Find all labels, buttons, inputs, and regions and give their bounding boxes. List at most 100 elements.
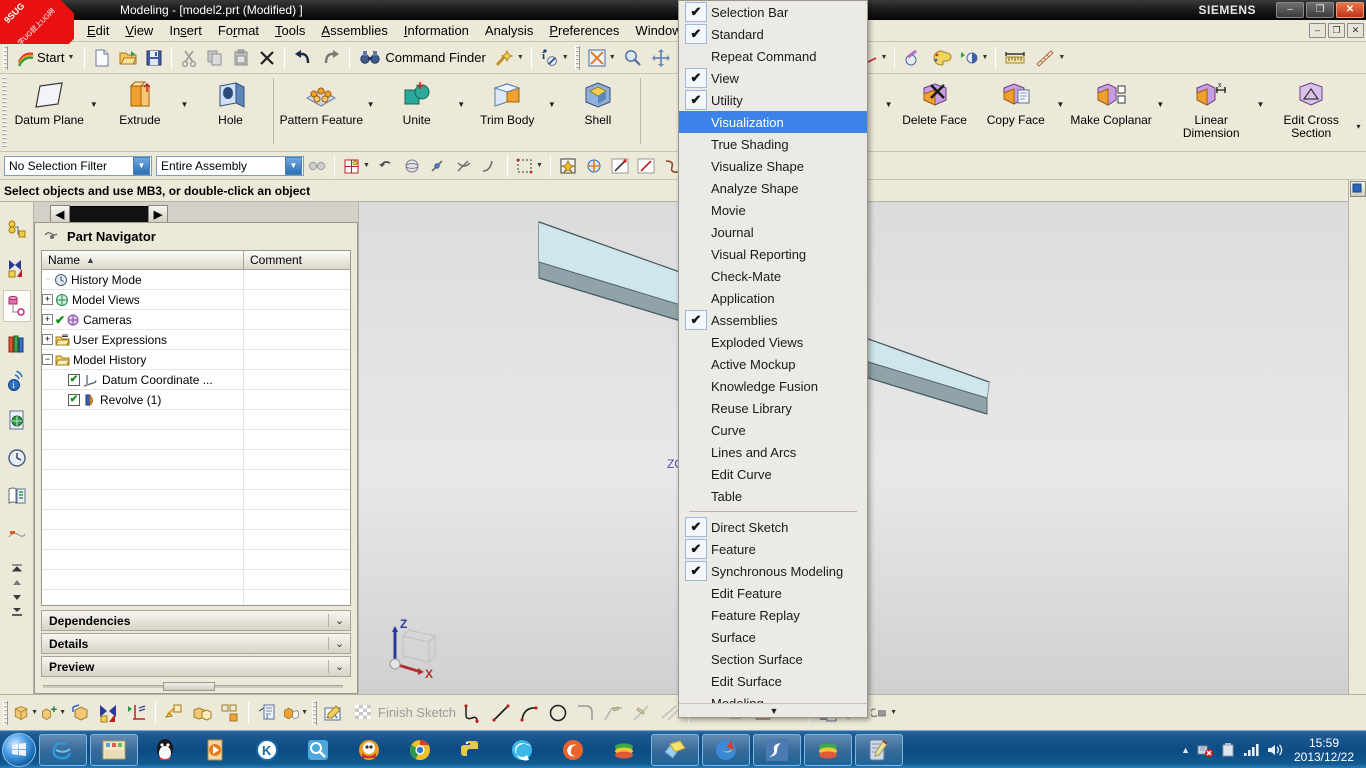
comment-cell[interactable] xyxy=(244,310,350,329)
chevron-down-icon[interactable]: ▼ xyxy=(301,709,308,716)
sidebar-item-history[interactable] xyxy=(3,442,31,474)
ribbon-edit-cross-section[interactable]: Edit Cross Section xyxy=(1266,74,1357,140)
menu-item-visual-reporting[interactable]: Visual Reporting xyxy=(679,243,867,265)
measure-distance-button[interactable] xyxy=(1000,45,1030,71)
menu-item-direct-sketch[interactable]: ✔ Direct Sketch xyxy=(679,516,867,538)
menu-item-check-mate[interactable]: Check-Mate xyxy=(679,265,867,287)
maximize-viewport-button[interactable] xyxy=(1350,181,1366,197)
menu-item-table[interactable]: Table xyxy=(679,485,867,507)
start-menu-button[interactable]: Start ▼ xyxy=(11,46,80,70)
snap-point-button[interactable]: ▼ xyxy=(339,153,373,179)
make-coplanar-dropdown[interactable]: ▼ xyxy=(1156,100,1165,109)
ribbon-shell[interactable]: Shell xyxy=(557,74,638,127)
table-row[interactable]: + Model Views xyxy=(42,290,350,310)
menu-item-true-shading[interactable]: True Shading xyxy=(679,133,867,155)
chamfer-button[interactable] xyxy=(600,698,628,728)
expander-icon[interactable]: + xyxy=(42,294,53,305)
menu-item-analyze-shape[interactable]: Analyze Shape xyxy=(679,177,867,199)
assembly-constraints-button[interactable] xyxy=(123,698,151,728)
taskbar-internet-explorer[interactable] xyxy=(39,733,87,766)
tree-node-model-views[interactable]: + Model Views xyxy=(42,290,244,309)
toolbar-grip[interactable] xyxy=(3,45,8,70)
taskbar-search-tool[interactable] xyxy=(294,734,342,766)
menu-analysis[interactable]: Analysis xyxy=(477,21,541,40)
start-orb-button[interactable] xyxy=(2,732,36,767)
save-button[interactable] xyxy=(141,45,167,71)
line-button[interactable] xyxy=(488,698,516,728)
snap-tangent-button[interactable] xyxy=(477,153,503,179)
menu-item-movie[interactable]: Movie xyxy=(679,199,867,221)
menu-item-visualize-shape[interactable]: Visualize Shape xyxy=(679,155,867,177)
accordion-details[interactable]: Details ⌄ xyxy=(41,633,351,654)
menu-item-selection-bar[interactable]: ✔ Selection Bar xyxy=(679,1,867,23)
curve-filter-button[interactable] xyxy=(633,153,659,179)
pan-button[interactable] xyxy=(647,45,675,71)
sketch-in-task-env-button[interactable] xyxy=(320,698,348,728)
menu-item-exploded-views[interactable]: Exploded Views xyxy=(679,331,867,353)
snap-midpoint-button[interactable] xyxy=(425,153,451,179)
menu-preferences[interactable]: Preferences xyxy=(541,21,627,40)
copy-face-dropdown[interactable]: ▼ xyxy=(1056,100,1065,109)
select-general-button[interactable] xyxy=(304,153,330,179)
menu-item-feature[interactable]: ✔ Feature xyxy=(679,538,867,560)
table-row[interactable]: ┈ History Mode xyxy=(42,270,350,290)
assembly-report-button[interactable]: i xyxy=(253,698,281,728)
taskbar-editor[interactable] xyxy=(855,733,903,766)
chevron-down-icon[interactable]: ⌄ xyxy=(328,614,350,627)
chevron-down-icon[interactable]: ⌄ xyxy=(328,660,350,673)
taskbar-qq[interactable] xyxy=(141,734,189,766)
profile-button[interactable] xyxy=(460,698,488,728)
toolbar-grip[interactable] xyxy=(3,700,8,725)
taskbar-cortana[interactable] xyxy=(498,734,546,766)
snap-reset-button[interactable] xyxy=(373,153,399,179)
ribbon-grip[interactable] xyxy=(2,77,7,147)
tree-node-datum-coordinate[interactable]: Datum Coordinate ... xyxy=(42,370,244,389)
cut-button[interactable] xyxy=(176,45,202,71)
appearance-button[interactable] xyxy=(927,45,955,71)
ribbon-trim-body[interactable]: Trim Body xyxy=(467,74,548,127)
command-finder-button[interactable]: Command Finder xyxy=(354,46,490,70)
scrollbar-thumb[interactable] xyxy=(163,682,215,691)
minimize-button[interactable]: – xyxy=(1276,2,1304,18)
unite-dropdown[interactable]: ▼ xyxy=(457,100,466,109)
ribbon-copy-face[interactable]: Copy Face xyxy=(975,74,1056,127)
taskbar-python[interactable] xyxy=(447,734,495,766)
taskbar-kingsoft[interactable]: K xyxy=(243,734,291,766)
assembly-pattern-button[interactable] xyxy=(216,698,244,728)
paste-button[interactable] xyxy=(228,45,254,71)
chevron-down-icon[interactable]: ▼ xyxy=(890,709,897,716)
menu-format[interactable]: Format xyxy=(210,21,267,40)
chevron-down-icon[interactable]: ▼ xyxy=(31,709,38,716)
tree-node-model-history[interactable]: − Model History xyxy=(42,350,244,369)
quick-trim-button[interactable] xyxy=(628,698,656,728)
menu-item-utility[interactable]: ✔ Utility xyxy=(679,89,867,111)
menu-item-application[interactable]: Application xyxy=(679,287,867,309)
chevron-down-icon[interactable]: ▼ xyxy=(67,54,74,61)
taskbar-clock[interactable]: 15:59 2013/12/22 xyxy=(1290,736,1358,764)
menu-item-edit-feature[interactable]: Edit Feature xyxy=(679,582,867,604)
table-row[interactable]: − Model History xyxy=(42,350,350,370)
close-button[interactable]: ✕ xyxy=(1336,2,1364,18)
menu-item-surface[interactable]: Surface xyxy=(679,626,867,648)
sidebar-item-web-browser[interactable] xyxy=(3,404,31,436)
selection-scope-combo[interactable]: Entire Assembly ▼ xyxy=(156,155,304,176)
trim-body-dropdown[interactable]: ▼ xyxy=(548,100,557,109)
chevron-down-icon[interactable]: ▼ xyxy=(881,54,888,61)
chevron-down-icon[interactable]: ▼ xyxy=(562,54,569,61)
datum-plane-dropdown[interactable]: ▼ xyxy=(90,100,99,109)
menu-item-standard[interactable]: ✔ Standard xyxy=(679,23,867,45)
table-row[interactable]: + ✔ Cameras xyxy=(42,310,350,330)
menu-item-journal[interactable]: Journal xyxy=(679,221,867,243)
column-header-comment[interactable]: Comment xyxy=(244,251,308,269)
menu-assemblies[interactable]: Assemblies xyxy=(313,21,395,40)
menu-information[interactable]: Information xyxy=(396,21,477,40)
chevron-down-icon[interactable]: ▼ xyxy=(536,162,543,169)
body-filter-button[interactable] xyxy=(581,153,607,179)
tree-node-revolve[interactable]: Revolve (1) xyxy=(42,390,244,409)
menu-item-knowledge-fusion[interactable]: Knowledge Fusion xyxy=(679,375,867,397)
snap-sphere-button[interactable] xyxy=(399,153,425,179)
comment-cell[interactable] xyxy=(244,350,350,369)
ribbon-extrude[interactable]: Extrude xyxy=(99,74,180,127)
undo-button[interactable] xyxy=(289,45,317,71)
taskbar-siemens-nx[interactable] xyxy=(753,733,801,766)
